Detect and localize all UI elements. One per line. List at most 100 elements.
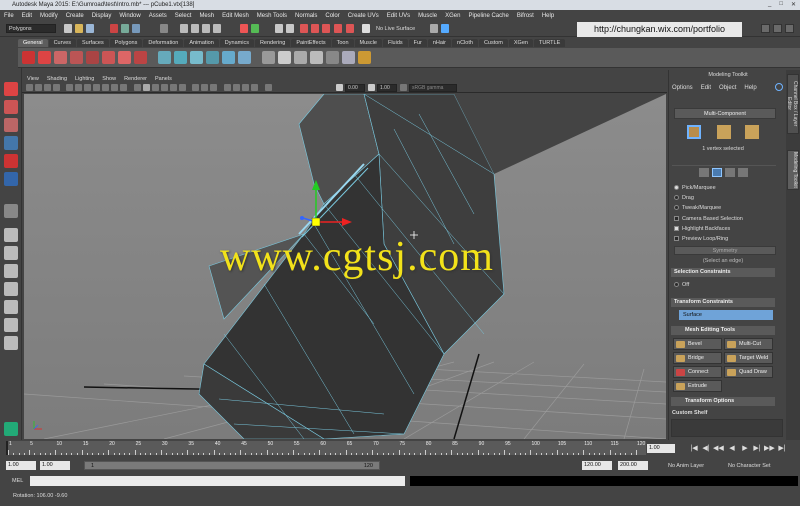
menu-edit-uvs[interactable]: Edit UVs — [387, 13, 410, 19]
scale-tool-icon[interactable] — [4, 172, 18, 186]
poly-torus-icon[interactable] — [238, 51, 251, 64]
timeline-ticks[interactable]: 1 5 10 15 20 25 30 35 40 45 50 55 60 65 70 75 80 85 90 95 10… — [6, 441, 646, 455]
image-plane-icon[interactable] — [53, 84, 60, 91]
selection-constraint-off[interactable]: Off — [674, 282, 689, 288]
power-icon[interactable] — [775, 83, 783, 91]
shelf-tab-toon[interactable]: Toon — [331, 39, 354, 47]
shelf-tab-custom[interactable]: Custom — [478, 39, 508, 47]
light-icon[interactable] — [278, 51, 291, 64]
tab-modeling-toolkit[interactable]: Modeling Toolkit — [787, 150, 799, 190]
nurbs-cube-icon[interactable] — [70, 51, 83, 64]
color-management-icon[interactable] — [400, 84, 407, 91]
snap-point-icon[interactable] — [202, 24, 210, 33]
menu-color[interactable]: Color — [325, 13, 339, 19]
goto-start-icon[interactable]: |◀ — [689, 444, 699, 453]
soft-select-icon[interactable] — [441, 24, 449, 33]
menu-mesh[interactable]: Mesh — [199, 13, 214, 19]
shelf-tab-polygons[interactable]: Polygons — [109, 39, 143, 47]
play-back-icon[interactable]: ◀ — [727, 444, 737, 453]
prev-key-icon[interactable]: ◀◀ — [713, 444, 724, 453]
toggle-channel-box-icon[interactable] — [785, 24, 794, 33]
help-icon[interactable] — [38, 51, 51, 64]
poly-sphere-icon[interactable] — [158, 51, 171, 64]
goto-end-icon[interactable]: ▶| — [777, 444, 787, 453]
shelf-tab-muscle[interactable]: Muscle — [354, 39, 382, 47]
textured-icon[interactable] — [161, 84, 168, 91]
viewport-menu-view[interactable]: View — [27, 76, 39, 82]
highlight-backfaces-checkbox[interactable]: Highlight Backfaces — [674, 226, 730, 232]
select-arrow-icon[interactable] — [4, 82, 18, 96]
lasso-icon[interactable] — [4, 100, 18, 114]
new-scene-icon[interactable] — [64, 24, 72, 33]
toolkit-menu-options[interactable]: Options — [672, 85, 693, 91]
mode-pick-marquee[interactable]: Pick/Marquee — [674, 185, 716, 191]
layout-hypershade-icon[interactable] — [4, 300, 18, 314]
field-chart-icon[interactable] — [102, 84, 109, 91]
character-set-label[interactable]: No Character Set — [728, 463, 771, 469]
gamma-field[interactable]: 1.00 — [377, 84, 397, 92]
menu-window[interactable]: Window — [119, 13, 140, 19]
exposure-field[interactable]: 0.00 — [345, 84, 365, 92]
minimize-button[interactable]: _ — [768, 1, 771, 8]
use-all-lights-icon[interactable] — [170, 84, 177, 91]
menu-create-uvs[interactable]: Create UVs — [348, 13, 379, 19]
menu-select[interactable]: Select — [175, 13, 192, 19]
mode-drag[interactable]: Drag — [674, 195, 694, 201]
anim-layer-label[interactable]: No Anim Layer — [668, 463, 704, 469]
nurbs-torus-icon[interactable] — [134, 51, 147, 64]
layout-four-icon[interactable] — [4, 246, 18, 260]
poly-plane-icon[interactable] — [222, 51, 235, 64]
mode-tweak-marquee[interactable]: Tweak/Marquee — [674, 205, 721, 211]
multi-cut-button[interactable]: Multi-Cut — [724, 338, 773, 350]
step-forward-icon[interactable]: ▶▶ — [764, 444, 775, 453]
outliner-icon[interactable] — [4, 336, 18, 350]
toolkit-menu-help[interactable]: Help — [744, 85, 756, 91]
menu-help[interactable]: Help — [542, 13, 554, 19]
snap-curve-icon[interactable] — [191, 24, 199, 33]
viewport-menu-shading[interactable]: Shading — [47, 76, 67, 82]
viewport-menu-renderer[interactable]: Renderer — [124, 76, 147, 82]
poly-cylinder-icon[interactable] — [190, 51, 203, 64]
step-back-icon[interactable]: ◀| — [701, 444, 711, 453]
select-hierarchy-icon[interactable] — [110, 24, 118, 33]
shelf-tab-deformation[interactable]: Deformation — [143, 39, 184, 47]
shelf-tab-surfaces[interactable]: Surfaces — [77, 39, 109, 47]
menu-xgen[interactable]: XGen — [445, 13, 460, 19]
move-tool-icon[interactable] — [4, 136, 18, 150]
quad-draw-button[interactable]: Quad Draw — [724, 366, 773, 378]
camera-icon[interactable] — [262, 51, 275, 64]
uv-editor-icon[interactable] — [346, 24, 354, 33]
motion-blur-icon[interactable] — [233, 84, 240, 91]
menu-assets[interactable]: Assets — [149, 13, 167, 19]
bevel-button[interactable]: Bevel — [673, 338, 722, 350]
safe-title-icon[interactable] — [120, 84, 127, 91]
poly-cube-icon[interactable] — [174, 51, 187, 64]
toolkit-menu-edit[interactable]: Edit — [701, 85, 711, 91]
drag-select-icon[interactable] — [712, 168, 722, 177]
maximize-button[interactable]: □ — [779, 1, 783, 8]
shelf-tab-xgen[interactable]: XGen — [508, 39, 533, 47]
shelf-tab-general[interactable]: General — [18, 39, 48, 47]
wireframe-on-shaded-icon[interactable] — [152, 84, 159, 91]
camera-attributes-icon[interactable] — [35, 84, 42, 91]
xray-icon[interactable] — [192, 84, 199, 91]
menu-file[interactable]: File — [4, 13, 14, 19]
paint-icon[interactable] — [738, 168, 748, 177]
duplicate-icon[interactable] — [310, 51, 323, 64]
xray-joints-icon[interactable] — [201, 84, 208, 91]
play-forward-icon[interactable]: ▶ — [740, 444, 750, 453]
symmetry-icon[interactable] — [430, 24, 438, 33]
wireframe-icon[interactable] — [134, 84, 141, 91]
menu-set-select[interactable]: Polygons — [6, 24, 56, 33]
select-camera-icon[interactable] — [26, 84, 33, 91]
render-view-icon[interactable] — [322, 24, 330, 33]
shelf-tab-dynamics[interactable]: Dynamics — [219, 39, 254, 47]
rotate-tool-icon[interactable] — [4, 154, 18, 168]
vertex-mode-icon[interactable] — [687, 125, 701, 139]
viewport-menu-show[interactable]: Show — [102, 76, 116, 82]
delete-history-icon[interactable] — [358, 51, 371, 64]
transform-constraint-dropdown[interactable]: Surface — [679, 310, 773, 320]
light-editor-icon[interactable] — [334, 24, 342, 33]
open-scene-icon[interactable] — [75, 24, 83, 33]
end-time-field[interactable]: 200.00 — [618, 461, 648, 470]
